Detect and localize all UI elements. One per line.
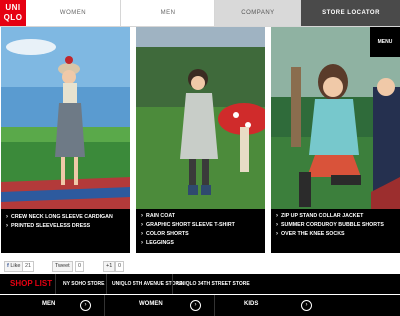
category-kids[interactable]: KIDS	[244, 301, 258, 307]
logo-line-1: UNI	[5, 3, 21, 12]
product-link[interactable]: GRAPHIC SHORT SLEEVE T-SHIRT	[141, 222, 235, 228]
shop-list-bar: SHOP LIST NY SOHO STORE UNIQLO 5TH AVENU…	[0, 274, 400, 294]
nav-company[interactable]: COMPANY	[214, 0, 301, 26]
top-nav: UNI QLO WOMEN MEN COMPANY STORE LOCATOR	[0, 0, 400, 27]
like-label: Like	[10, 263, 21, 269]
kid-photo-3[interactable]: MENU	[271, 27, 400, 209]
like-count: 21	[22, 261, 35, 272]
product-link[interactable]: COLOR SHORTS	[141, 231, 189, 237]
social-bar: f Like 21 Tweet 0 +1 0	[0, 256, 400, 274]
google-plus-button[interactable]: +1	[103, 261, 116, 272]
product-link[interactable]: PRINTED SLEEVELESS DRESS	[6, 223, 90, 229]
product-link[interactable]: CREW NECK LONG SLEEVE CARDIGAN	[6, 214, 113, 220]
product-link[interactable]: SUMMER CORDUROY BUBBLE SHORTS	[276, 222, 384, 228]
nav-men[interactable]: MEN	[120, 0, 215, 26]
category-men[interactable]: MEN	[42, 301, 55, 307]
facebook-like-button[interactable]: f Like	[4, 261, 24, 272]
divider	[172, 274, 173, 294]
product-panel-1: CREW NECK LONG SLEEVE CARDIGAN PRINTED S…	[1, 27, 130, 253]
chevron-right-icon[interactable]: ›	[80, 300, 91, 311]
facebook-icon: f	[7, 263, 9, 269]
product-link[interactable]: ZIP UP STAND COLLAR JACKET	[276, 213, 363, 219]
kid-photo-2[interactable]	[136, 27, 265, 209]
chevron-right-icon[interactable]: ›	[190, 300, 201, 311]
divider	[214, 295, 215, 316]
tweet-button[interactable]: Tweet	[52, 261, 73, 272]
tweet-count: 0	[75, 261, 85, 272]
chevron-right-icon[interactable]: ›	[301, 300, 312, 311]
category-bar: MEN › WOMEN › KIDS ›	[0, 295, 400, 316]
product-link[interactable]: OVER THE KNEE SOCKS	[276, 231, 345, 237]
divider	[55, 274, 56, 294]
store-link-ny-soho[interactable]: NY SOHO STORE	[63, 281, 105, 287]
category-women[interactable]: WOMEN	[139, 301, 163, 307]
caption-1: CREW NECK LONG SLEEVE CARDIGAN PRINTED S…	[1, 210, 130, 253]
caption-3: ZIP UP STAND COLLAR JACKET SUMMER CORDUR…	[271, 210, 400, 253]
gplus-count: 0	[115, 261, 125, 272]
menu-button[interactable]: MENU	[370, 27, 400, 57]
divider	[106, 274, 107, 294]
gplus-label: +1	[106, 263, 113, 269]
caption-2: RAIN COAT GRAPHIC SHORT SLEEVE T-SHIRT C…	[136, 210, 265, 253]
nav-women[interactable]: WOMEN	[26, 0, 120, 26]
uniqlo-logo[interactable]: UNI QLO	[0, 0, 26, 26]
product-link[interactable]: LEGGINGS	[141, 240, 174, 246]
nav-store-locator[interactable]: STORE LOCATOR	[300, 0, 400, 26]
product-panel-2: RAIN COAT GRAPHIC SHORT SLEEVE T-SHIRT C…	[136, 27, 265, 253]
product-link[interactable]: RAIN COAT	[141, 213, 175, 219]
shop-list-title: SHOP LIST	[10, 279, 53, 288]
logo-line-2: QLO	[3, 13, 23, 22]
divider	[104, 295, 105, 316]
product-panel-3: MENU ZIP UP STAND COLLAR JACKET SUMMER C…	[271, 27, 400, 253]
kid-photo-1[interactable]	[1, 27, 130, 209]
store-link-34th-street[interactable]: UNIQLO 34TH STREET STORE	[177, 281, 250, 287]
tweet-label: Tweet	[55, 263, 70, 269]
